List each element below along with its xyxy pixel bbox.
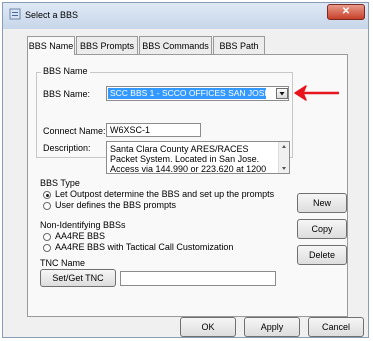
radio-aa4re-label: AA4RE BBS [55, 231, 106, 241]
ok-button[interactable]: OK [180, 317, 236, 337]
radio-aa4re-tactical-label: AA4RE BBS with Tactical Call Customizati… [55, 242, 234, 252]
apply-button[interactable]: Apply [244, 317, 300, 337]
bbs-type-label: BBS Type [40, 178, 80, 188]
tab-bbs-path[interactable]: BBS Path [213, 36, 265, 54]
close-button[interactable]: ✕ [327, 4, 365, 20]
window-title: Select a BBS [25, 10, 79, 20]
radio-button[interactable] [43, 244, 51, 252]
tnc-name-input[interactable] [120, 271, 276, 286]
radio-user-defines[interactable] [42, 201, 52, 211]
copy-button[interactable]: Copy [297, 219, 347, 239]
bbs-name-label: BBS Name: [43, 89, 91, 99]
combo-dropdown-button[interactable] [276, 88, 288, 99]
description-label: Description: [43, 143, 91, 153]
tnc-name-label: TNC Name [40, 258, 86, 268]
tab-bbs-commands[interactable]: BBS Commands [139, 36, 212, 54]
set-get-tnc-button[interactable]: Set/Get TNC [40, 269, 116, 287]
tab-bbs-name[interactable]: BBS Name [27, 36, 75, 55]
scroll-up-icon [282, 145, 286, 148]
description-scrollbar[interactable] [278, 142, 289, 173]
radio-aa4re-tactical[interactable] [42, 243, 52, 253]
close-icon: ✕ [341, 6, 351, 17]
scroll-down-icon [282, 167, 286, 170]
description-text: Santa Clara County ARES/RACES Packet Sys… [110, 144, 267, 174]
connect-name-input[interactable]: W6XSC-1 [106, 123, 201, 137]
radio-aa4re[interactable] [42, 232, 52, 242]
new-button[interactable]: New [297, 193, 347, 213]
bbs-name-combobox[interactable]: SCC BBS 1 - SCCO OFFICES SAN JOSE [106, 86, 289, 101]
bbs-name-selected-value: SCC BBS 1 - SCCO OFFICES SAN JOSE [108, 88, 266, 99]
radio-let-outpost-label: Let Outpost determine the BBS and set up… [55, 189, 275, 199]
bbs-name-group-label: BBS Name [41, 66, 90, 76]
radio-button[interactable] [43, 202, 51, 210]
radio-button-selected[interactable] [43, 191, 51, 199]
app-icon [9, 8, 21, 20]
annotation-arrow-icon [293, 84, 343, 102]
radio-let-outpost[interactable] [42, 190, 52, 200]
radio-user-defines-label: User defines the BBS prompts [55, 200, 177, 210]
delete-button[interactable]: Delete [297, 245, 347, 265]
connect-name-label: Connect Name: [43, 126, 106, 136]
non-identifying-label: Non-Identifying BBSs [40, 220, 126, 230]
cancel-button[interactable]: Cancel [308, 317, 364, 337]
radio-button[interactable] [43, 233, 51, 241]
description-textarea[interactable]: Santa Clara County ARES/RACES Packet Sys… [106, 141, 290, 174]
tab-bbs-prompts[interactable]: BBS Prompts [76, 36, 138, 54]
chevron-down-icon [279, 92, 285, 96]
